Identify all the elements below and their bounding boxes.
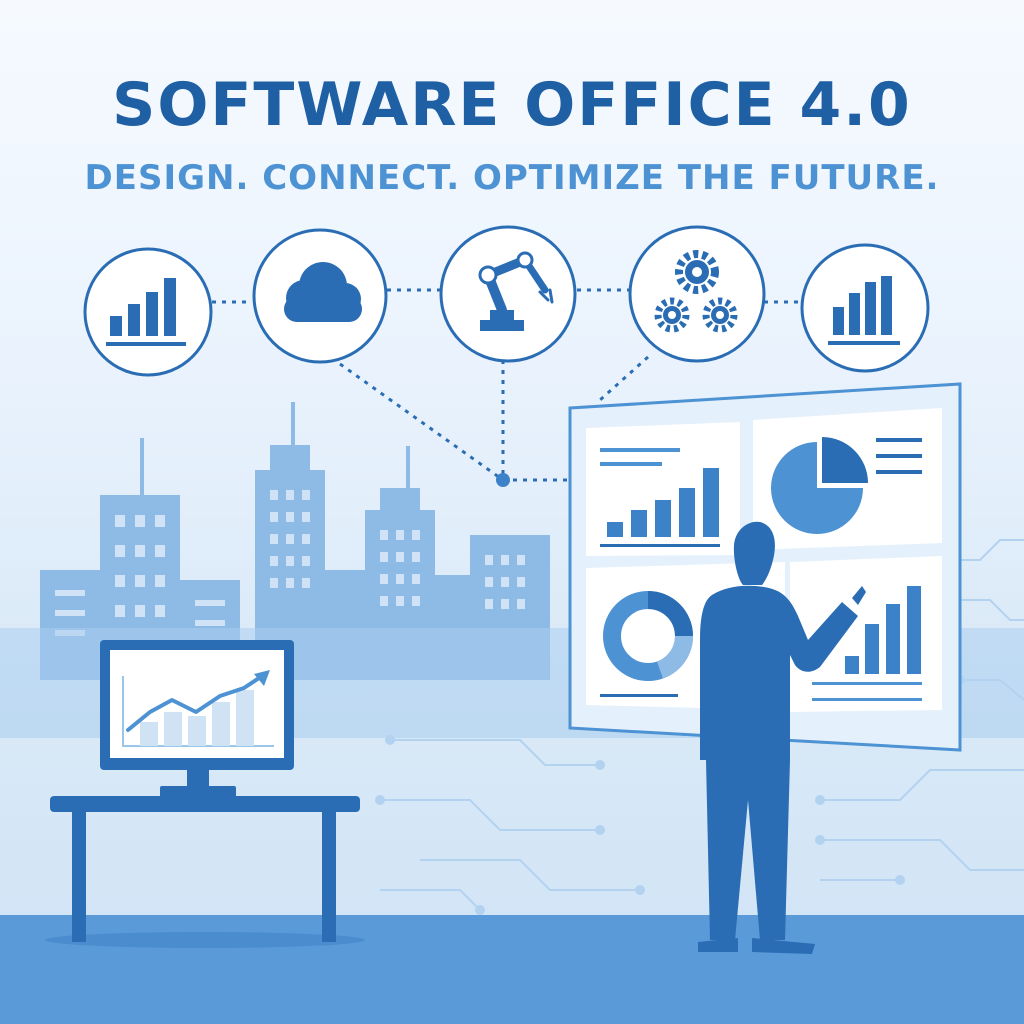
icon-circle-gears [628,225,766,363]
network-hub-node [496,473,510,487]
panel-bar-chart-bottom [790,556,942,712]
panel-pie-chart [753,408,942,550]
panel-bar-chart-top [586,422,740,556]
tagline: DESIGN. CONNECT. OPTIMIZE THE FUTURE. [84,158,940,198]
icon-circle-bar-chart-left [83,247,213,377]
desktop-monitor [100,640,294,798]
icon-circle-robot-arm [439,225,577,363]
icon-circle-cloud [252,228,388,364]
main-title: SOFTWARE OFFICE 4.0 [112,70,912,140]
floor [0,915,1024,1024]
icon-circle-bar-chart-right [800,243,930,373]
infographic-scene [0,225,1024,1024]
